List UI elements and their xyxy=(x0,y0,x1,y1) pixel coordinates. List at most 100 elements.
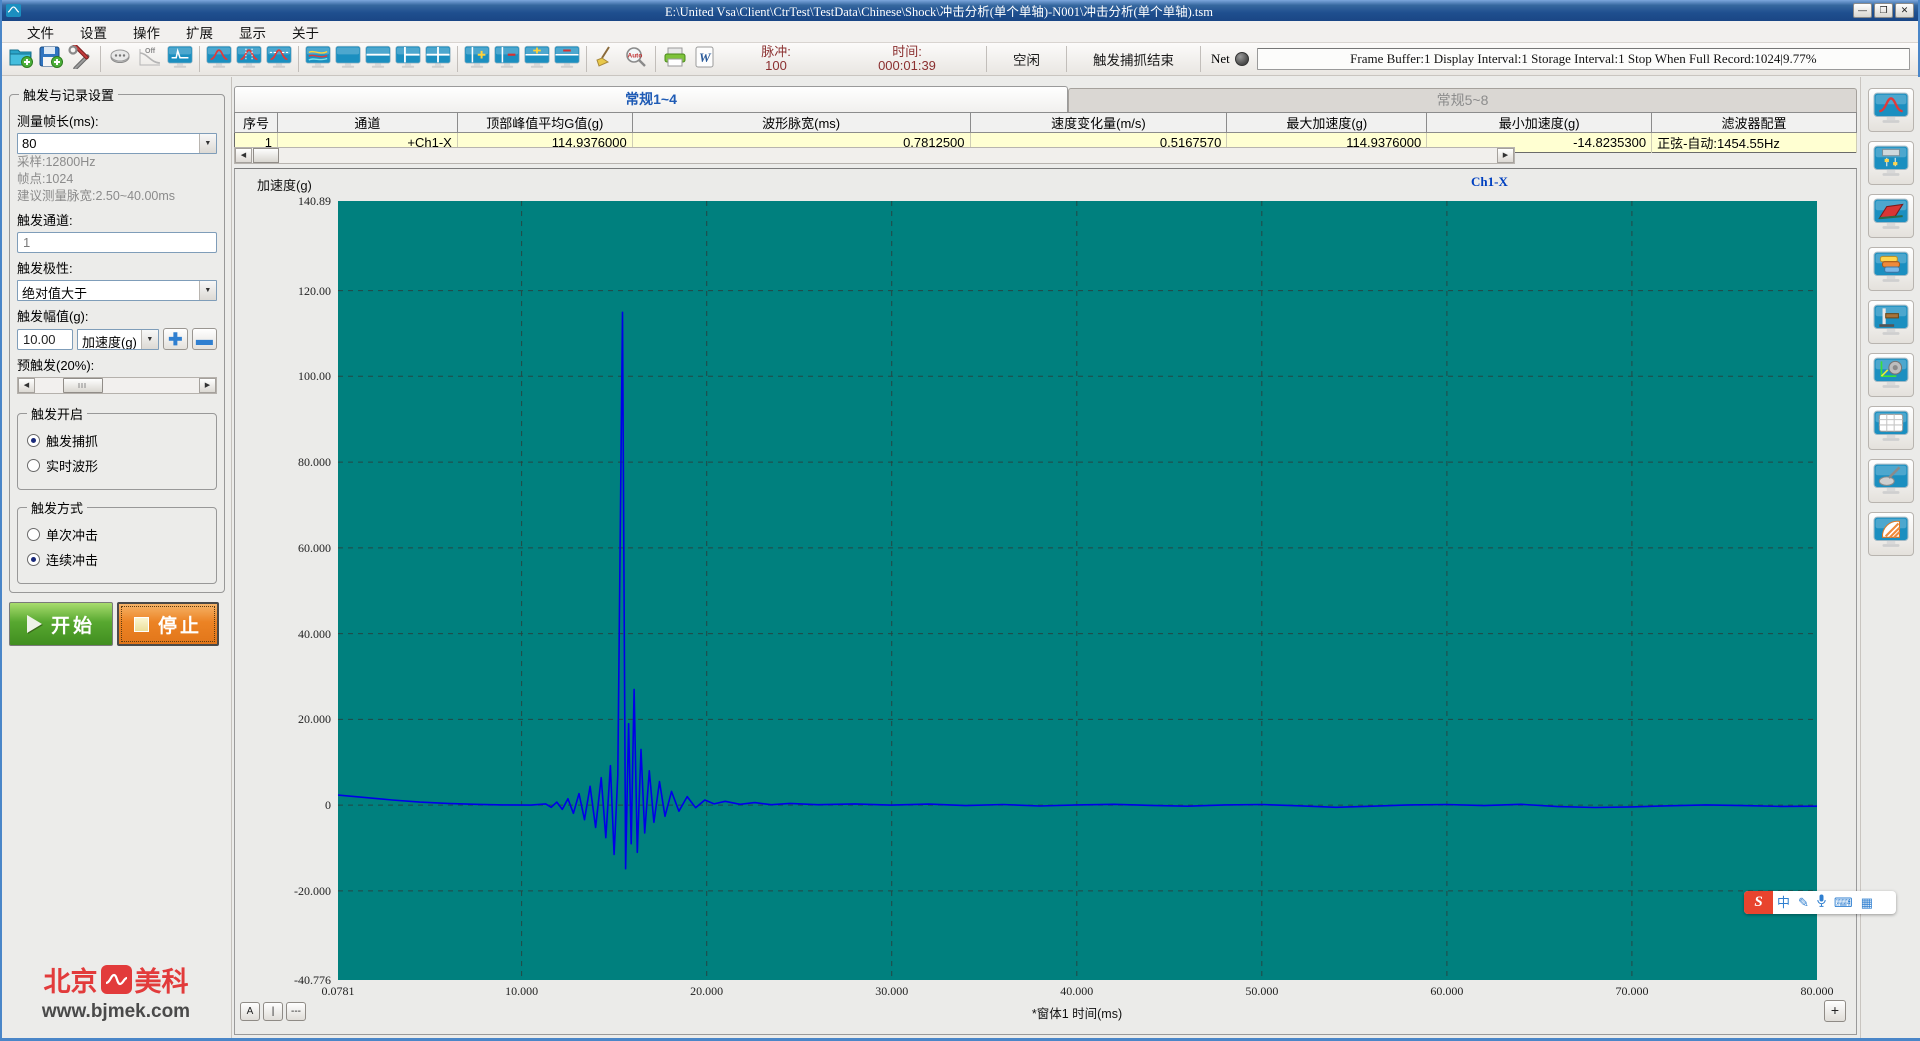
chevron-down-icon[interactable]: ▼ xyxy=(198,281,216,300)
trigger-amplitude-unit-select[interactable]: 加速度(g) ▼ xyxy=(77,328,159,350)
remove-trigger-button[interactable]: ▬ xyxy=(191,328,217,350)
scope-screen-icon xyxy=(167,45,193,74)
radio-checked-icon[interactable] xyxy=(27,434,40,447)
y-tick-label: -40.776 xyxy=(294,973,331,987)
table-view-button[interactable] xyxy=(1867,406,1914,450)
open-button[interactable] xyxy=(6,44,36,74)
scrollbar-thumb[interactable] xyxy=(253,148,279,163)
start-button[interactable]: 开始 xyxy=(9,602,113,646)
pulse-tolerance-window-button[interactable] xyxy=(264,44,294,74)
trigger-amplitude-input[interactable] xyxy=(17,328,73,350)
autoscale-button[interactable]: A xyxy=(240,1002,260,1021)
shaker-view-button[interactable] xyxy=(1867,353,1914,397)
config-tools-button[interactable] xyxy=(66,42,96,74)
trigger-enable-option-0[interactable]: 触发捕抓 xyxy=(27,431,207,450)
minimize-button[interactable]: — xyxy=(1853,3,1872,18)
output-off-button[interactable]: Off xyxy=(135,44,165,74)
quad-layout-button[interactable] xyxy=(423,44,453,74)
hardware-connect-button[interactable] xyxy=(105,44,135,74)
more-options-button[interactable]: --- xyxy=(286,1002,306,1021)
column-header-4[interactable]: 速度变化量(m/s) xyxy=(969,112,1228,133)
scroll-right-icon[interactable]: ▶ xyxy=(1497,148,1514,163)
add-trigger-button[interactable]: ✚ xyxy=(162,328,188,350)
add-pane-button[interactable] xyxy=(522,44,552,74)
vsplit-screen-icon xyxy=(395,45,421,74)
clear-button[interactable] xyxy=(591,44,621,74)
control-panel-view-button[interactable] xyxy=(1867,141,1914,185)
column-header-7[interactable]: 滤波器配置 xyxy=(1651,112,1857,133)
chart-corner-buttons: A | --- xyxy=(240,1002,306,1021)
cursor-button[interactable]: | xyxy=(263,1002,283,1021)
pulse-cursor-window-button[interactable] xyxy=(234,44,264,74)
trigger-mode-option-1[interactable]: 连续冲击 xyxy=(27,550,207,569)
tab-channels-1-4[interactable]: 常规1~4 xyxy=(234,86,1068,112)
hsplit-layout-button[interactable] xyxy=(363,44,393,74)
save-button[interactable] xyxy=(36,44,66,74)
scope-window-button[interactable] xyxy=(165,44,195,74)
column-header-5[interactable]: 最大加速度(g) xyxy=(1226,112,1428,133)
ime-logo-icon[interactable]: S xyxy=(1744,891,1773,914)
remove-pane-button[interactable] xyxy=(552,44,582,74)
separator xyxy=(457,46,458,72)
word-report-button[interactable]: W xyxy=(690,44,720,74)
ime-toolbox-icon[interactable]: ▦ xyxy=(1861,891,1873,914)
plot-area[interactable] xyxy=(336,201,1818,980)
menu-item-3[interactable]: 扩展 xyxy=(173,20,226,44)
menu-item-1[interactable]: 设置 xyxy=(67,20,120,44)
maximize-button[interactable]: ❒ xyxy=(1874,3,1893,18)
column-header-3[interactable]: 波形脉宽(ms) xyxy=(631,112,971,133)
arrow-right-icon[interactable]: ▶ xyxy=(198,378,216,393)
multi-curve-window-button[interactable] xyxy=(303,44,333,74)
chevron-down-icon[interactable]: ▼ xyxy=(198,134,216,153)
pretrigger-label: 预触发(20%): xyxy=(17,358,95,373)
sensor-view-button[interactable] xyxy=(1867,459,1914,503)
add-window-button[interactable] xyxy=(462,44,492,74)
pretrigger-slider[interactable]: ◀ ▶ xyxy=(17,377,217,394)
layers-view-button[interactable] xyxy=(1867,247,1914,291)
slider-thumb[interactable] xyxy=(63,378,103,393)
sampling-info-line: 采样:12800Hz xyxy=(17,155,96,169)
auto-scale-button[interactable]: Auto xyxy=(621,44,651,74)
waterfall-view-button[interactable] xyxy=(1867,194,1914,238)
ime-toolbar[interactable]: S 中 ✎ ⌨ ▦ xyxy=(1744,891,1896,914)
pulse-analysis-view-button[interactable] xyxy=(1867,88,1914,132)
menu-item-2[interactable]: 操作 xyxy=(120,20,173,44)
remove-window-button[interactable] xyxy=(492,44,522,74)
ime-pen-icon[interactable]: ✎ xyxy=(1798,891,1809,914)
trigger-mode-option-0[interactable]: 单次冲击 xyxy=(27,525,207,544)
trigger-channel-input[interactable] xyxy=(17,232,217,253)
arrow-left-icon[interactable]: ◀ xyxy=(18,378,35,393)
vsplit-layout-button[interactable] xyxy=(393,44,423,74)
table-hscrollbar[interactable]: ◀ ▶ xyxy=(234,147,1515,164)
frame-length-value: 80 xyxy=(22,136,37,151)
radio-icon[interactable] xyxy=(27,528,40,541)
ime-keyboard-icon[interactable]: ⌨ xyxy=(1834,891,1853,914)
shell-view-button[interactable] xyxy=(1867,512,1914,556)
close-button[interactable]: ✕ xyxy=(1895,3,1914,18)
scroll-left-icon[interactable]: ◀ xyxy=(235,148,252,163)
menu-item-5[interactable]: 关于 xyxy=(279,20,332,44)
frame-length-select[interactable]: 80 ▼ xyxy=(17,133,217,154)
radio-icon[interactable] xyxy=(27,459,40,472)
tab-channels-5-8[interactable]: 常规5~8 xyxy=(1068,88,1857,112)
y-tick-label: 60.000 xyxy=(298,540,331,555)
stop-button[interactable]: 停止 xyxy=(117,602,219,646)
radio-checked-icon[interactable] xyxy=(27,553,40,566)
menu-item-4[interactable]: 显示 xyxy=(226,20,279,44)
single-layout-button[interactable] xyxy=(333,44,363,74)
trigger-polarity-select[interactable]: 绝对值大于 ▼ xyxy=(17,280,217,301)
fixture-view-button[interactable] xyxy=(1867,300,1914,344)
zoom-in-button[interactable]: + xyxy=(1824,1000,1846,1022)
ime-lang-icon[interactable]: 中 xyxy=(1777,891,1790,914)
trigger-enable-option-1[interactable]: 实时波形 xyxy=(27,456,207,475)
print-button[interactable] xyxy=(660,44,690,74)
column-header-2[interactable]: 顶部峰值平均G值(g) xyxy=(456,112,633,133)
menu-item-0[interactable]: 文件 xyxy=(14,20,67,44)
column-header-6[interactable]: 最小加速度(g) xyxy=(1426,112,1653,133)
chevron-down-icon[interactable]: ▼ xyxy=(140,329,158,349)
waterfall-screen-icon xyxy=(1873,198,1909,235)
ime-mic-icon[interactable] xyxy=(1817,891,1826,914)
column-header-1[interactable]: 通道 xyxy=(276,112,458,133)
pulse-window-button[interactable] xyxy=(204,44,234,74)
column-header-0[interactable]: 序号 xyxy=(234,112,278,133)
